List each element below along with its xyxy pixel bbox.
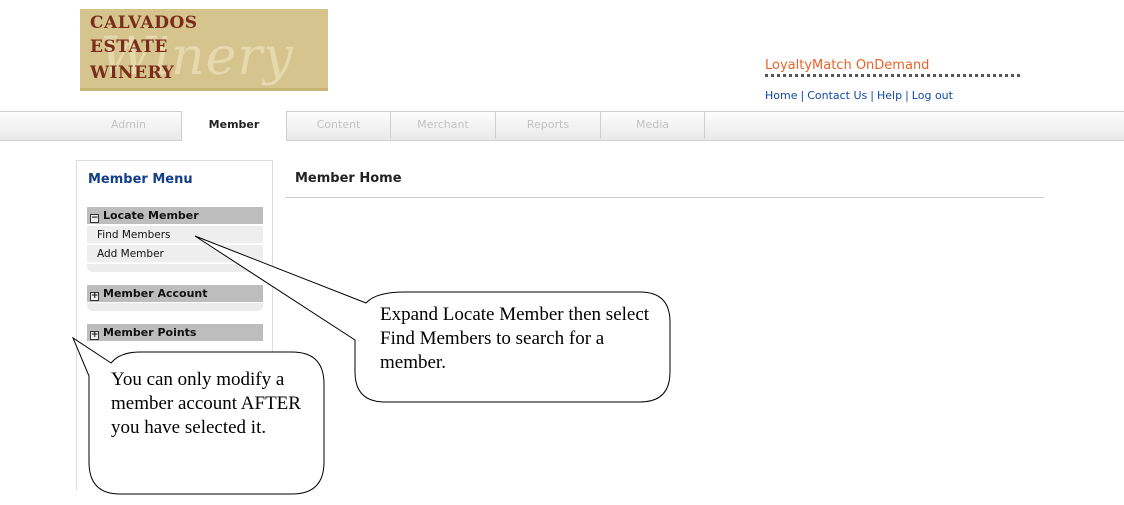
callout-expand-text: Expand Locate Member then select Find Me… xyxy=(380,304,650,373)
callout-modify-text: You can only modify a member account AFT… xyxy=(111,369,301,438)
